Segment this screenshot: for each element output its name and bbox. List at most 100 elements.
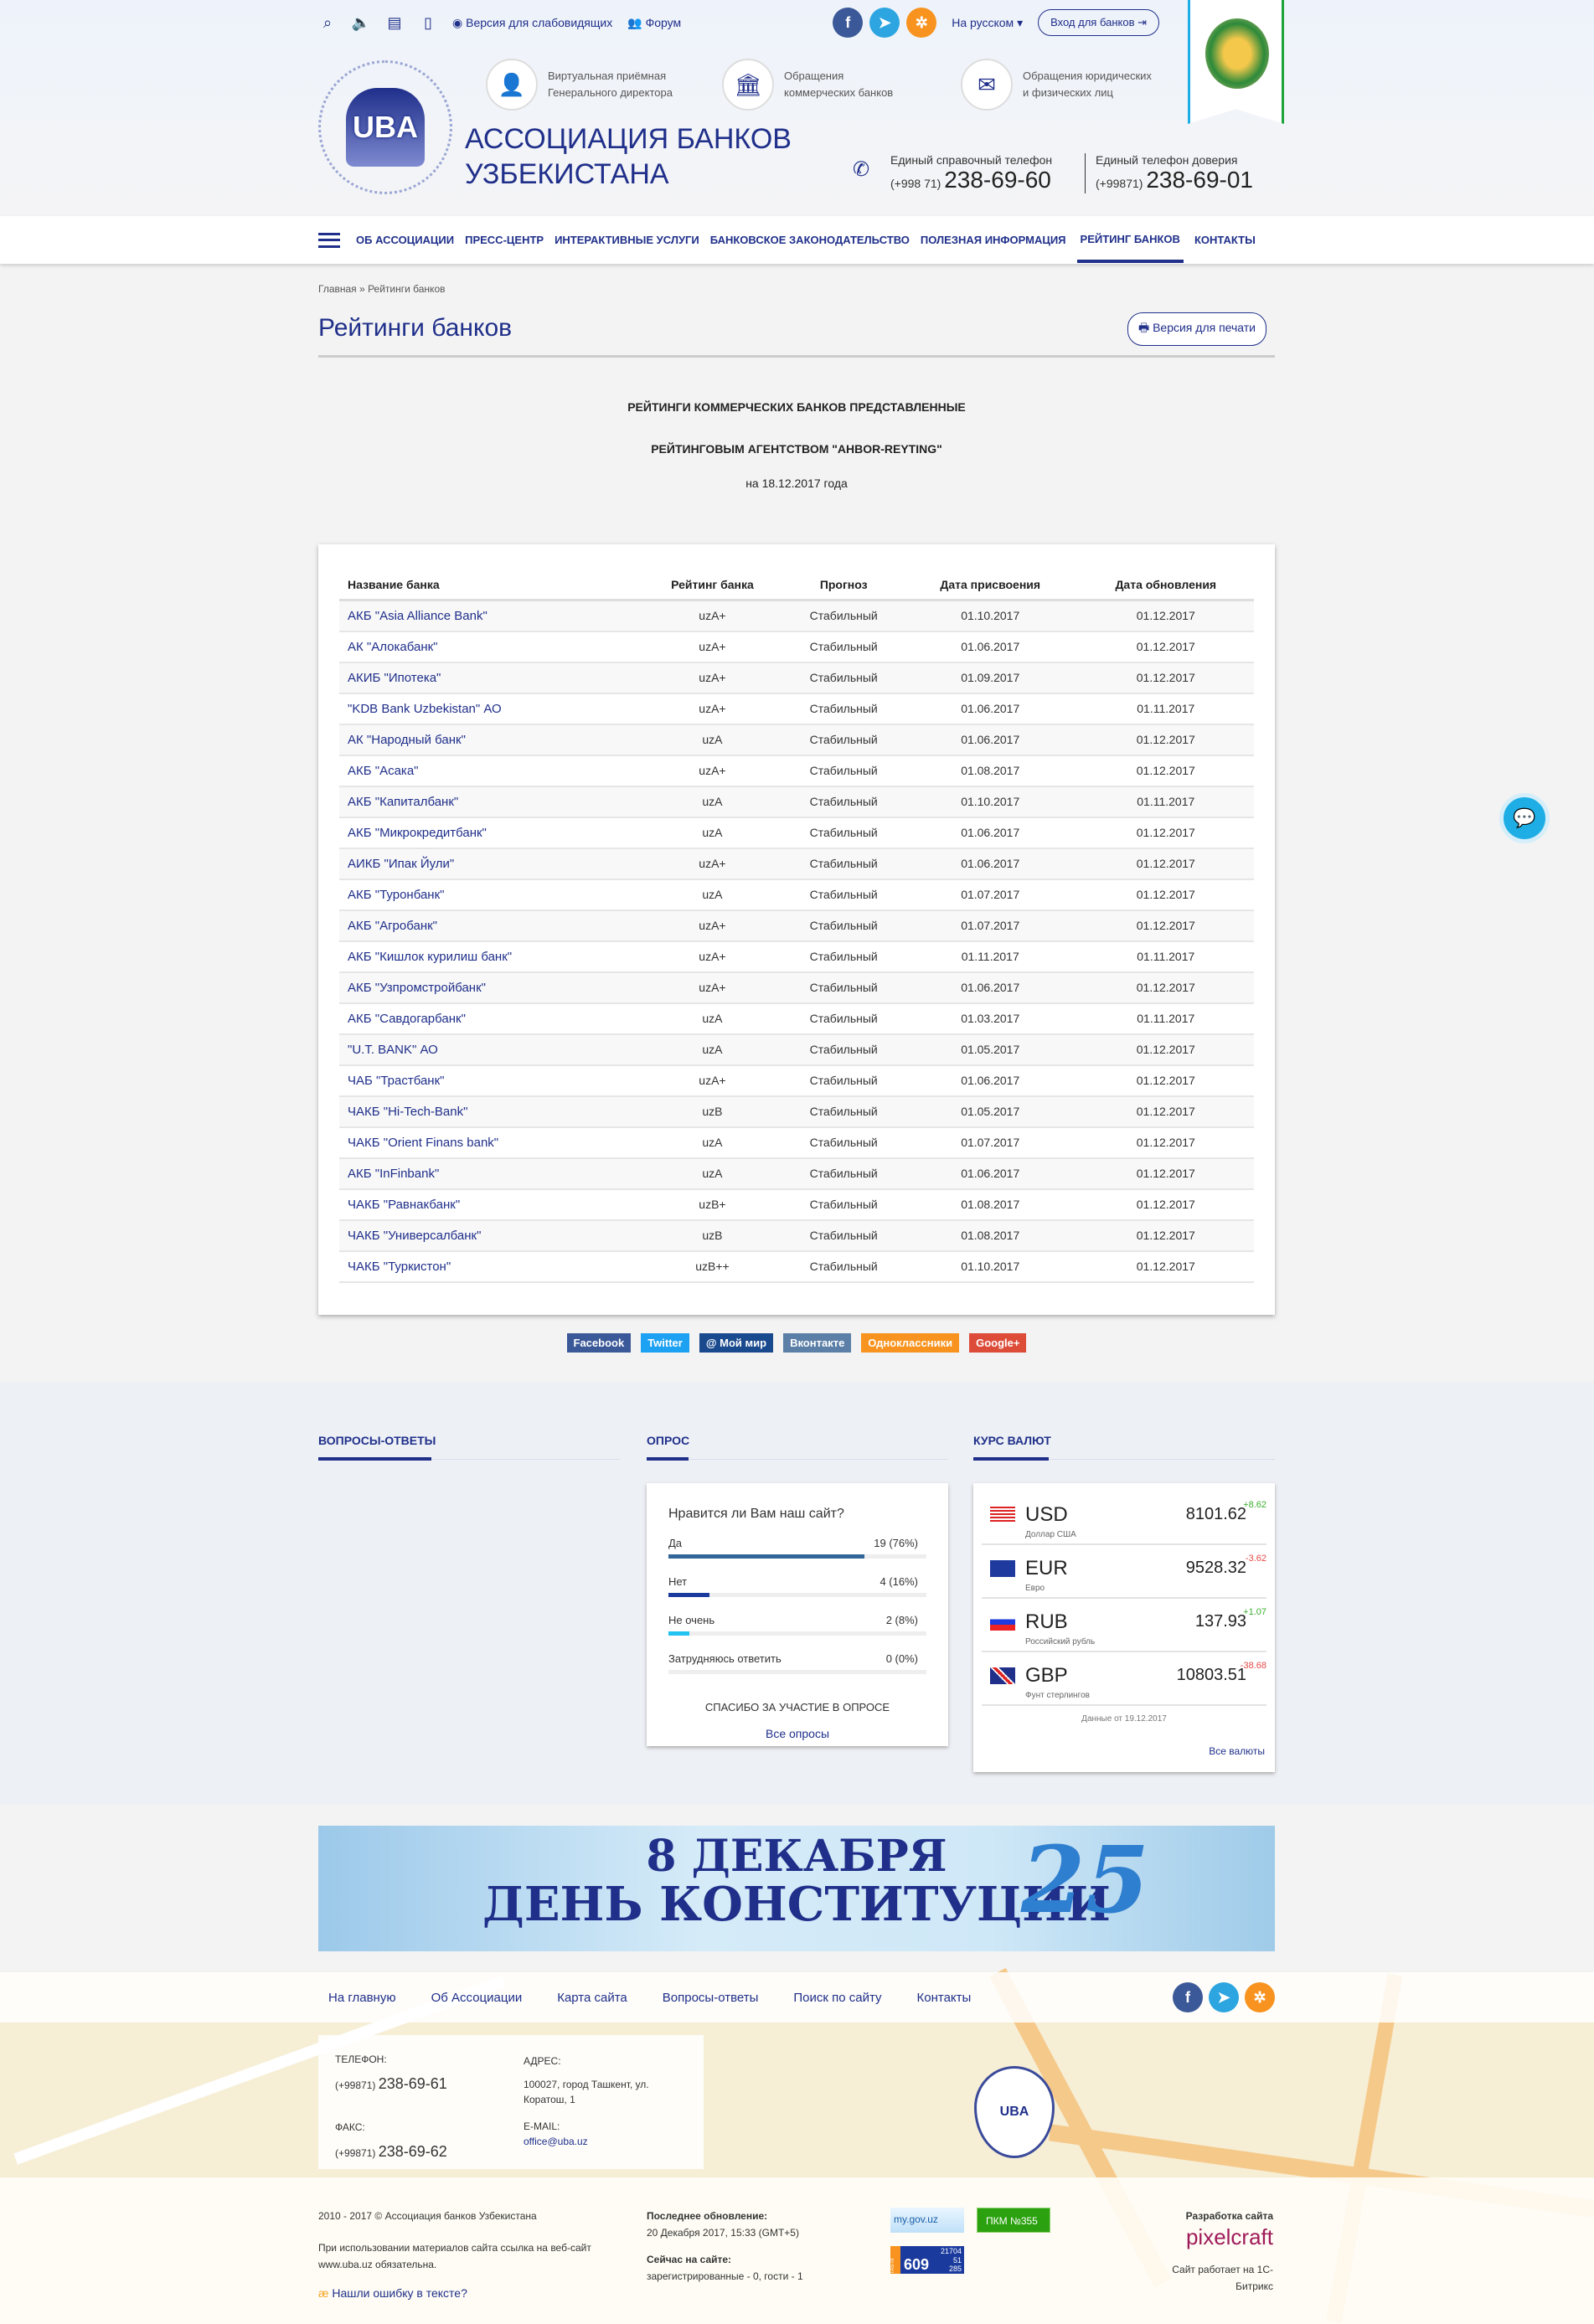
map-pin-icon[interactable]: UBA: [974, 2066, 1055, 2158]
nav-services[interactable]: ИНТЕРАКТИВНЫЕ УСЛУГИ: [555, 234, 699, 246]
bank-name-link[interactable]: АКБ "Кишлок курилиш банк": [339, 940, 641, 973]
nav-legislation[interactable]: БАНКОВСКОЕ ЗАКОНОДАТЕЛЬСТВО: [710, 234, 910, 246]
ok-icon[interactable]: ✲: [906, 8, 937, 38]
table-row: АКБ "Кишлок курилиш банк" uzA+ Стабильный 0…: [339, 940, 1254, 973]
poll-question: Нравится ли Вам наш сайт?: [668, 1507, 844, 1521]
bank-name-link[interactable]: АКБ "Агробанк": [339, 910, 641, 942]
main-nav: ОБ АССОЦИАЦИИ ПРЕСС-ЦЕНТР ИНТЕРАКТИВНЫЕ …: [0, 216, 1594, 264]
bank-name-link[interactable]: "U.T. BANK" АО: [339, 1033, 641, 1066]
footer-nav-link[interactable]: Вопросы-ответы: [663, 1991, 759, 2005]
table-row: ЧАКБ "Туркистон" uzB++ Стабильный 01.10.201…: [339, 1250, 1254, 1283]
rates-heading[interactable]: КУРС ВАЛЮТ: [973, 1434, 1275, 1461]
bank-name-link[interactable]: АКИБ "Ипотека": [339, 662, 641, 694]
email-link[interactable]: office@uba.uz: [524, 2134, 691, 2149]
report-typo-link[interactable]: æ Нашли ошибку в тексте?: [318, 2285, 611, 2301]
search-icon[interactable]: ⌕: [318, 13, 337, 32]
bank-name-link[interactable]: ЧАКБ "Orient Finans bank": [339, 1126, 641, 1159]
table-cell: 01.06.2017: [902, 693, 1078, 725]
person-icon: 👤: [486, 59, 538, 111]
table-cell: 01.11.2017: [1077, 940, 1254, 973]
nav-ratings[interactable]: РЕЙТИНГ БАНКОВ: [1076, 217, 1184, 263]
breadcrumb-home[interactable]: Главная: [318, 283, 357, 295]
bank-name-link[interactable]: АКБ "Микрокредитбанк": [339, 817, 641, 849]
pixelcraft-logo[interactable]: pixelcraft: [1139, 2224, 1273, 2249]
table-cell: 01.12.2017: [1077, 1157, 1254, 1190]
footer-nav-link[interactable]: Контакты: [917, 1991, 972, 2005]
bank-name-link[interactable]: ЧАКБ "Универсалбанк": [339, 1219, 641, 1252]
bank-name-link[interactable]: АКБ "Узпромстройбанк": [339, 971, 641, 1004]
table-cell: Стабильный: [784, 1126, 903, 1159]
table-cell: uzA+: [640, 848, 785, 880]
sound-icon[interactable]: 🔈: [352, 13, 370, 32]
bank-name-link[interactable]: АК "Народный банк": [339, 724, 641, 756]
bank-name-link[interactable]: АКБ "Капиталбанк": [339, 786, 641, 818]
nav-info[interactable]: ПОЛЕЗНАЯ ИНФОРМАЦИЯ: [921, 234, 1066, 246]
table-cell: 01.06.2017: [902, 1157, 1078, 1190]
language-select[interactable]: На русском ▾: [952, 16, 1023, 30]
footer-facebook-icon[interactable]: f: [1173, 1982, 1203, 2012]
facebook-icon[interactable]: f: [833, 8, 864, 38]
constitution-day-banner[interactable]: 8 ДЕКАБРЯ ДЕНЬ КОНСТИТУЦИИ 25: [318, 1826, 1275, 1951]
bank-name-link[interactable]: ЧАКБ "Туркистон": [339, 1250, 641, 1283]
all-polls-link[interactable]: Все опросы: [647, 1727, 948, 1740]
nav-about[interactable]: ОБ АССОЦИАЦИИ: [356, 234, 454, 246]
footer-ok-icon[interactable]: ✲: [1245, 1982, 1275, 2012]
menu-icon[interactable]: [318, 232, 340, 248]
table-cell: 01.12.2017: [1077, 910, 1254, 942]
bank-name-link[interactable]: АКБ "Asia Alliance Bank": [339, 600, 641, 632]
table-cell: 01.12.2017: [1077, 848, 1254, 880]
faq-heading[interactable]: ВОПРОСЫ-ОТВЕТЫ: [318, 1434, 620, 1461]
flag-rub-icon: [990, 1614, 1015, 1631]
footer-nav-link[interactable]: Об Ассоциации: [431, 1991, 523, 2005]
bank-name-link[interactable]: ЧАКБ "Hi-Tech-Bank": [339, 1095, 641, 1128]
share-2-button[interactable]: @ Мой мир: [699, 1333, 774, 1353]
nav-press[interactable]: ПРЕСС-ЦЕНТР: [465, 234, 544, 246]
uba-logo[interactable]: UBA: [318, 60, 452, 194]
forum-link[interactable]: 👥 Форум: [627, 16, 681, 30]
chat-icon[interactable]: 💬: [1499, 793, 1550, 843]
pkm-badge[interactable]: ПКМ №355: [977, 2208, 1050, 2233]
flag-eur-icon: [990, 1560, 1015, 1577]
footer-nav-link[interactable]: Поиск по сайту: [793, 1991, 881, 2005]
bank-name-link[interactable]: АКБ "Туронбанк": [339, 879, 641, 911]
bank-name-link[interactable]: АКБ "Асака": [339, 755, 641, 787]
service-citizen-appeals[interactable]: ✉ Обращения юридических и физических лиц: [961, 59, 1152, 111]
table-row: АИКБ "Ипак Йули" uzA+ Стабильный 01.06.2017…: [339, 848, 1254, 880]
nav-contacts[interactable]: КОНТАКТЫ: [1194, 234, 1256, 246]
table-cell: uzA: [640, 879, 785, 911]
footer-nav-link[interactable]: Карта сайта: [557, 1991, 627, 2005]
bank-name-link[interactable]: ЧАБ "Трастбанк": [339, 1064, 641, 1097]
poll-option: Затрудняюсь ответить 0 (0%): [668, 1652, 926, 1674]
print-version-button[interactable]: 🖶 Версия для печати: [1127, 312, 1266, 346]
all-rates-link[interactable]: Все валюты: [983, 1745, 1265, 1757]
table-cell: Стабильный: [784, 662, 903, 694]
accessibility-link[interactable]: ◉ Версия для слабовидящих: [452, 16, 612, 30]
mobile-icon[interactable]: ▯: [419, 13, 437, 32]
bank-name-link[interactable]: АИКБ "Ипак Йули": [339, 848, 641, 880]
bank-name-link[interactable]: ЧАКБ "Равнакбанк": [339, 1188, 641, 1221]
bank-name-link[interactable]: АКБ "Савдогарбанк": [339, 1002, 641, 1035]
share-4-button[interactable]: Одноклассники: [861, 1333, 960, 1353]
tasix-counter[interactable]: TAS-IX 609 21704 51 285: [890, 2246, 964, 2274]
share-1-button[interactable]: Twitter: [641, 1333, 689, 1353]
bank-login-button[interactable]: Вход для банков ⇥: [1038, 9, 1159, 36]
bank-name-link[interactable]: АКБ "InFinbank": [339, 1157, 641, 1190]
share-0-button[interactable]: Facebook: [566, 1333, 632, 1353]
footer-nav-link[interactable]: На главную: [328, 1991, 396, 2005]
telegram-icon[interactable]: ➤: [869, 8, 900, 38]
share-3-button[interactable]: Вконтакте: [783, 1333, 852, 1353]
poll-heading[interactable]: ОПРОС: [647, 1434, 948, 1461]
footer-telegram-icon[interactable]: ➤: [1209, 1982, 1239, 2012]
service-bank-appeals[interactable]: 🏛 Обращения коммерческих банков: [722, 59, 893, 111]
table-cell: Стабильный: [784, 1002, 903, 1035]
table-row: АКБ "Туронбанк" uzA Стабильный 01.07.2017 01…: [339, 879, 1254, 911]
service-virtual-reception[interactable]: 👤 Виртуальная приёмная Генерального директ…: [486, 59, 673, 111]
bank-name-link[interactable]: АК "Алокабанк": [339, 631, 641, 663]
table-cell: uzA+: [640, 693, 785, 725]
bank-name-link[interactable]: "KDB Bank Uzbekistan" АО: [339, 693, 641, 725]
share-5-button[interactable]: Google+: [969, 1333, 1027, 1353]
mygov-badge[interactable]: my.gov.uz: [890, 2208, 964, 2233]
table-cell: 01.12.2017: [1077, 755, 1254, 787]
table-cell: Стабильный: [784, 724, 903, 756]
rss-icon[interactable]: ▤: [385, 13, 404, 32]
